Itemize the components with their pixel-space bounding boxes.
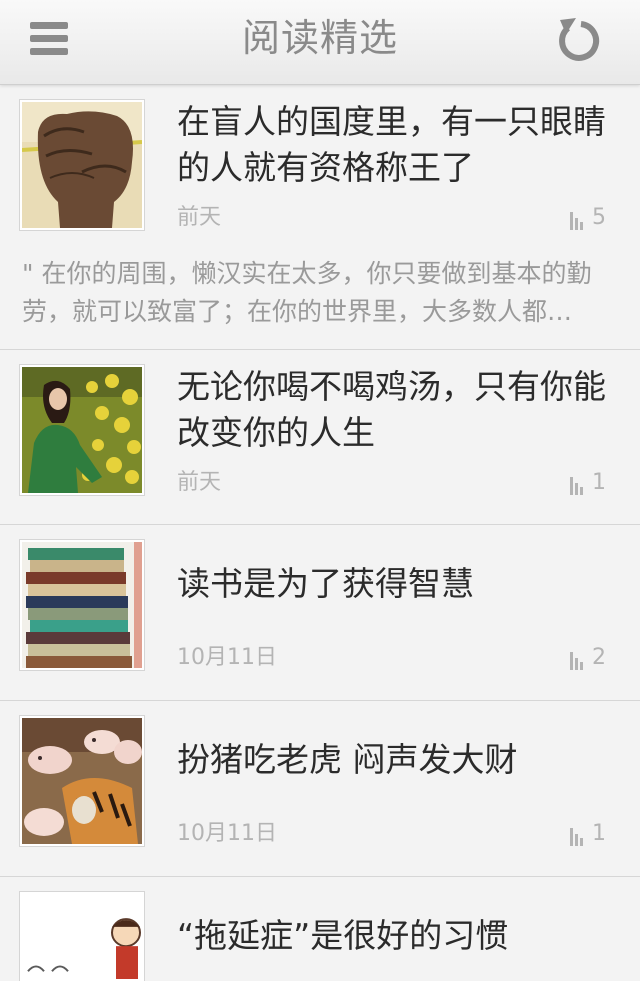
article-list: 在盲人的国度里，有一只眼睛的人就有资格称王了 前天 5 " 在你的周围，懒汉实在… xyxy=(0,85,640,981)
view-count: 2 xyxy=(570,643,606,673)
article-thumbnail xyxy=(19,539,145,671)
article-title: 扮猪吃老虎 闷声发大财 xyxy=(177,740,518,779)
view-count: 1 xyxy=(570,819,606,849)
piglets-tiger-image xyxy=(22,718,142,844)
bar-chart-icon xyxy=(570,477,583,495)
article-thumbnail xyxy=(19,364,145,496)
article-item[interactable]: 读书是为了获得智慧 10月11日 2 xyxy=(0,525,640,701)
article-item[interactable]: 扮猪吃老虎 闷声发大财 10月11日 1 xyxy=(0,701,640,877)
article-date: 前天 xyxy=(177,470,222,495)
article-thumbnail xyxy=(19,715,145,847)
article-date: 前天 xyxy=(177,205,222,230)
article-title: “拖延症”是很好的习惯 xyxy=(177,916,509,955)
article-date: 10月11日 xyxy=(177,645,277,670)
bar-chart-icon xyxy=(570,652,583,670)
book-stack-image xyxy=(22,542,142,668)
refresh-icon[interactable] xyxy=(556,14,602,64)
article-thumbnail xyxy=(19,99,145,231)
view-count-value: 5 xyxy=(592,205,606,230)
article-item[interactable]: “拖延症”是很好的习惯 xyxy=(0,877,640,981)
article-item[interactable]: 无论你喝不喝鸡汤，只有你能改变你的人生 前天 1 xyxy=(0,350,640,525)
article-item[interactable]: 在盲人的国度里，有一只眼睛的人就有资格称王了 前天 5 " 在你的周围，懒汉实在… xyxy=(0,85,640,350)
page-title: 阅读精选 xyxy=(241,16,398,60)
nav-bar: 阅读精选 xyxy=(0,0,640,85)
view-count-value: 1 xyxy=(592,470,606,495)
cartoon-man-image xyxy=(22,894,142,979)
view-count-value: 2 xyxy=(592,645,606,670)
view-count-value: 1 xyxy=(592,821,606,846)
fist-image xyxy=(22,102,142,228)
bar-chart-icon xyxy=(570,212,583,230)
view-count: 1 xyxy=(570,468,606,498)
article-title: 在盲人的国度里，有一只眼睛的人就有资格称王了 xyxy=(177,102,606,187)
article-thumbnail xyxy=(19,891,145,981)
view-count: 5 xyxy=(570,203,606,233)
article-title: 读书是为了获得智慧 xyxy=(177,564,474,603)
article-date: 10月11日 xyxy=(177,821,277,846)
bar-chart-icon xyxy=(570,828,583,846)
article-excerpt: " 在你的周围，懒汉实在太多，你只要做到基本的勤劳，就可以致富了；在你的世界里，… xyxy=(22,259,592,326)
woman-in-field-image xyxy=(22,367,142,493)
article-title: 无论你喝不喝鸡汤，只有你能改变你的人生 xyxy=(177,367,606,452)
